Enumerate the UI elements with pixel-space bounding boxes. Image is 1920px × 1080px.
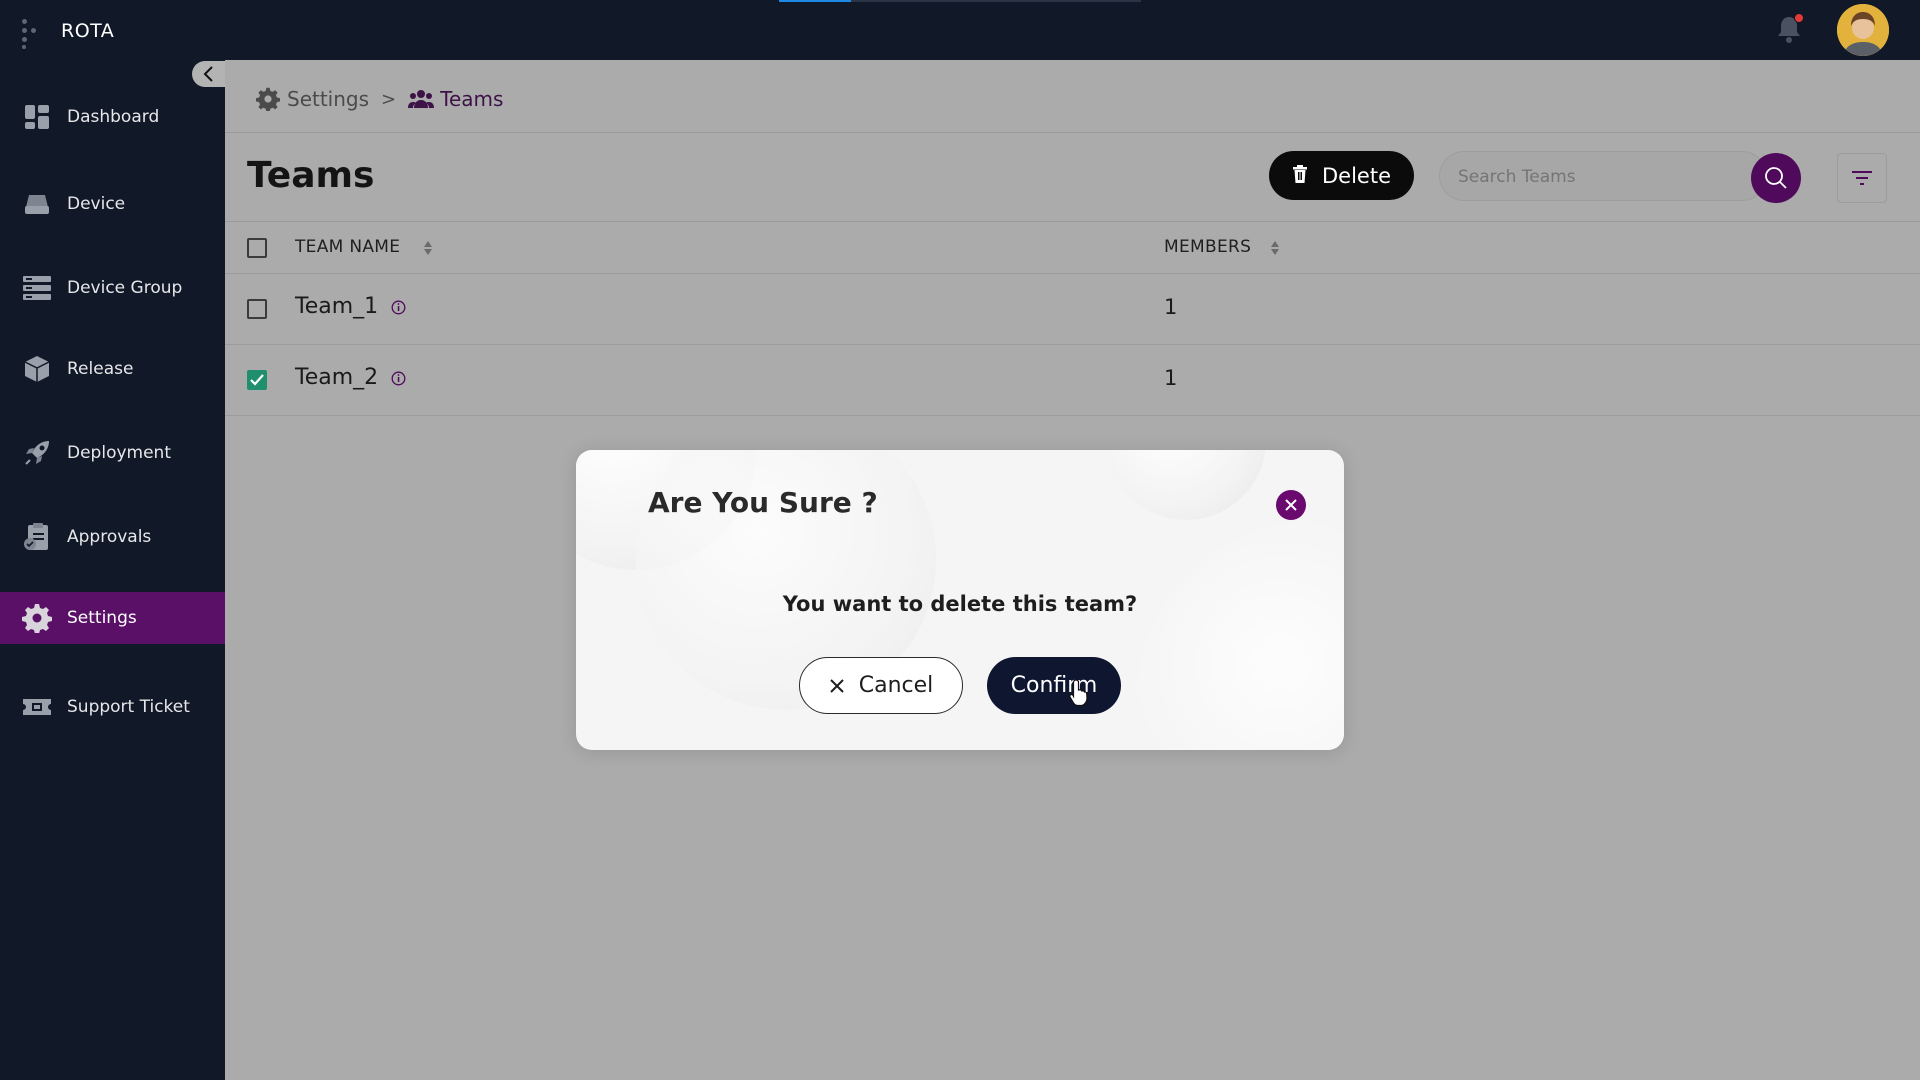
- sidebar-item-approvals[interactable]: Approvals: [0, 511, 225, 563]
- decorative-bubble: [1136, 520, 1344, 750]
- confirm-button[interactable]: Confirm: [987, 657, 1121, 714]
- breadcrumb-current: Teams: [440, 87, 504, 111]
- row-checkbox[interactable]: [247, 299, 267, 319]
- notification-badge: [1794, 13, 1804, 23]
- decorative-bubble: [1106, 450, 1266, 520]
- dialog-title: Are You Sure ?: [648, 486, 878, 519]
- page-title: Teams: [247, 155, 375, 196]
- breadcrumb: Settings > Teams: [255, 84, 503, 114]
- device-group-icon: [22, 273, 52, 303]
- sidebar-item-device[interactable]: Device: [0, 178, 225, 230]
- sidebar-item-label: Dashboard: [67, 107, 160, 127]
- members-cell: 1: [1164, 366, 1178, 390]
- rocket-icon: [22, 438, 52, 468]
- members-cell: 1: [1164, 295, 1178, 319]
- loading-bar: [779, 0, 851, 2]
- dashboard-icon: [22, 102, 52, 132]
- sidebar-item-label: Device Group: [67, 278, 183, 298]
- users-icon: [408, 86, 435, 112]
- close-button[interactable]: [1276, 490, 1306, 520]
- team-name: Team_2: [295, 365, 379, 390]
- breadcrumb-settings-link[interactable]: Settings: [287, 87, 369, 111]
- confirm-dialog: Are You Sure ? You want to delete this t…: [576, 450, 1344, 750]
- gear-icon: [255, 86, 281, 112]
- sidebar-item-label: Deployment: [67, 443, 171, 463]
- sidebar-item-label: Release: [67, 359, 134, 379]
- filter-button[interactable]: [1837, 153, 1887, 203]
- delete-button-label: Delete: [1322, 163, 1391, 188]
- info-icon[interactable]: [391, 371, 406, 386]
- sidebar-item-release[interactable]: Release: [0, 343, 225, 395]
- team-name-cell: Team_1: [295, 294, 406, 319]
- sidebar-item-support-ticket[interactable]: Support Ticket: [0, 681, 225, 733]
- select-all-checkbox[interactable]: [247, 238, 267, 258]
- divider: [225, 132, 1920, 133]
- device-icon: [22, 189, 52, 219]
- info-icon[interactable]: [391, 300, 406, 315]
- search-button[interactable]: [1751, 153, 1801, 203]
- column-header-members[interactable]: MEMBERS: [1164, 237, 1251, 257]
- sidebar-item-label: Support Ticket: [67, 697, 190, 717]
- sort-icon[interactable]: [1270, 240, 1280, 256]
- delete-button[interactable]: Delete: [1269, 151, 1414, 200]
- team-name: Team_1: [295, 294, 379, 319]
- cancel-button[interactable]: Cancel: [799, 657, 963, 714]
- sidebar-item-deployment[interactable]: Deployment: [0, 427, 225, 479]
- row-checkbox[interactable]: [247, 370, 267, 390]
- filter-icon: [1852, 171, 1872, 185]
- sidebar-item-label: Device: [67, 194, 126, 214]
- user-avatar[interactable]: [1837, 4, 1889, 56]
- sidebar-item-label: Approvals: [67, 527, 152, 547]
- search-field: [1439, 151, 1767, 201]
- top-bar: ROTA: [0, 0, 1920, 60]
- table-row[interactable]: Team_1 1: [225, 274, 1920, 345]
- app-name: ROTA: [61, 20, 115, 42]
- team-name-cell: Team_2: [295, 365, 406, 390]
- breadcrumb-separator: >: [381, 88, 397, 110]
- search-input[interactable]: [1458, 164, 1708, 190]
- sidebar-item-dashboard[interactable]: Dashboard: [0, 91, 225, 143]
- ticket-icon: [22, 692, 52, 722]
- sort-icon[interactable]: [423, 240, 433, 256]
- release-icon: [22, 354, 52, 384]
- sidebar: Dashboard Device Device Group Release De…: [0, 60, 225, 1080]
- table-row[interactable]: Team_2 1: [225, 345, 1920, 416]
- close-icon: [1285, 499, 1297, 511]
- close-icon: [830, 678, 844, 693]
- checkmark-icon: [250, 374, 264, 386]
- search-icon: [1765, 167, 1787, 189]
- sidebar-item-settings[interactable]: Settings: [0, 592, 225, 644]
- dialog-message: You want to delete this team?: [782, 592, 1138, 616]
- brand-logo-icon: [20, 19, 42, 49]
- gear-icon: [22, 603, 52, 633]
- column-header-team-name[interactable]: TEAM NAME: [295, 237, 400, 257]
- sidebar-collapse-button[interactable]: [192, 61, 225, 87]
- trash-icon: [1292, 164, 1308, 188]
- approvals-icon: [22, 522, 52, 552]
- table-header-row: TEAM NAME MEMBERS: [225, 222, 1920, 274]
- cancel-button-label: Cancel: [858, 673, 934, 698]
- sidebar-item-device-group[interactable]: Device Group: [0, 262, 225, 314]
- chevron-left-icon: [203, 66, 213, 82]
- sidebar-item-label: Settings: [67, 608, 137, 628]
- hand-cursor-icon: [1069, 679, 1088, 707]
